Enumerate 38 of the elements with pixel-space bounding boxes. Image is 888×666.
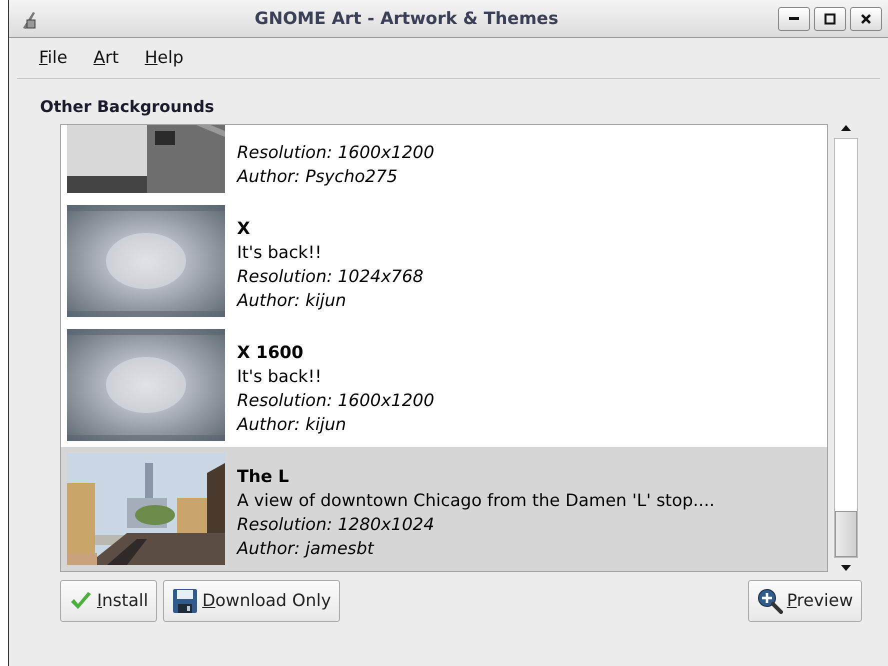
list-item[interactable]: X It's back!! Resolution: 1024x768 Author: kijun [61,199,827,323]
item-description: It's back!! [237,366,323,389]
window-title: GNOME Art - Artwork & Themes [254,8,560,28]
checkmark-icon [69,591,93,611]
list-item[interactable]: Resolution: 1600x1200 Author: Psycho275 [61,125,827,199]
item-title: X [237,218,252,241]
scroll-down-icon[interactable] [840,564,852,572]
menu-item[interactable]: Help [136,46,192,70]
item-author: Author: Psycho275 [237,166,399,189]
scroll-up-icon[interactable] [840,124,852,132]
minimize-button[interactable] [778,6,810,30]
list-item[interactable]: The L A view of downtown Chicago from the Damen 'L' stop.... Resolution: 1280x1024 Author: jamesbt [61,447,827,571]
item-resolution: Resolution: 1280x1024 [237,514,436,537]
zoom-in-icon [756,588,783,614]
item-author: Author: kijun [237,290,348,313]
item-resolution: Resolution: 1600x1200 [237,390,434,413]
menu-item[interactable]: File [31,46,76,70]
minimize-icon [789,17,799,20]
download-button[interactable]: Download Only [163,580,340,622]
maximize-icon [824,12,836,24]
item-description: It's back!! [237,242,323,265]
item-title: X 1600 [237,342,304,365]
item-title: The L [237,466,290,489]
list-item[interactable]: X 1600 It's back!! Resolution: 1600x1200 Author: kijun [61,323,827,447]
item-resolution: Resolution: 1024x768 [237,266,424,289]
menu-item[interactable]: Art [85,46,127,70]
preview-button[interactable]: Preview [748,580,862,622]
close-button[interactable] [850,6,882,30]
section-title: Other Backgrounds [40,97,216,116]
item-description: A view of downtown Chicago from the Damen 'L' stop.... [237,490,715,513]
install-button[interactable]: Install [60,580,158,622]
scrollbar-track[interactable] [834,138,858,558]
item-author: Author: kijun [237,414,348,437]
item-author: Author: jamesbt [237,538,376,561]
maximize-button[interactable] [814,6,846,30]
close-icon [860,12,872,24]
scrollbar-thumb[interactable] [835,511,857,557]
item-resolution: Resolution: 1600x1200 [237,142,434,165]
